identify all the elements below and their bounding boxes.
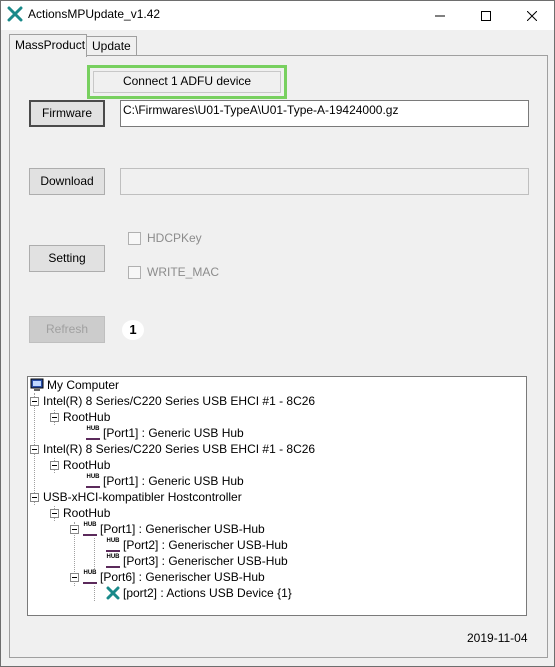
close-icon bbox=[526, 10, 537, 21]
write-mac-label: WRITE_MAC bbox=[147, 265, 219, 279]
collapse-icon[interactable] bbox=[30, 444, 39, 454]
window-title: ActionsMPUpdate_v1.42 bbox=[28, 7, 161, 21]
collapse-icon[interactable] bbox=[30, 396, 39, 406]
minimize-icon bbox=[434, 15, 445, 16]
device-tree[interactable]: My Computer Intel(R) 8 Series/C220 Serie… bbox=[27, 376, 527, 616]
computer-icon bbox=[30, 378, 44, 391]
usb-hub-icon: HUB bbox=[83, 570, 97, 584]
device-count-badge: 1 bbox=[122, 320, 144, 340]
collapse-icon[interactable] bbox=[70, 572, 79, 582]
tree-node[interactable]: HUB [Port6] : Generischer USB-Hub bbox=[70, 569, 265, 585]
tree-node[interactable]: USB-xHCI-kompatibler Hostcontroller bbox=[30, 489, 242, 505]
close-button[interactable] bbox=[509, 1, 554, 30]
collapse-icon[interactable] bbox=[50, 460, 59, 470]
refresh-button[interactable]: Refresh bbox=[29, 316, 105, 343]
firmware-button[interactable]: Firmware bbox=[29, 100, 105, 127]
tree-node[interactable]: [port2] : Actions USB Device {1} bbox=[106, 585, 292, 601]
title-bar[interactable]: ActionsMPUpdate_v1.42 bbox=[1, 1, 554, 30]
firmware-path-field[interactable]: C:\Firmwares\U01-TypeA\U01-Type-A-194240… bbox=[120, 100, 529, 127]
status-message: Connect 1 ADFU device bbox=[93, 71, 281, 93]
tab-update[interactable]: Update bbox=[86, 36, 137, 56]
tree-node[interactable]: RootHub bbox=[50, 409, 110, 425]
actions-logo-icon bbox=[7, 6, 23, 22]
download-button[interactable]: Download bbox=[29, 168, 105, 195]
maximize-icon bbox=[480, 10, 491, 21]
minimize-button[interactable] bbox=[417, 1, 462, 30]
usb-hub-icon: HUB bbox=[83, 522, 97, 536]
usb-hub-icon: HUB bbox=[106, 554, 120, 568]
write-mac-checkbox[interactable]: WRITE_MAC bbox=[128, 265, 219, 279]
checkbox-box bbox=[128, 231, 141, 245]
build-date: 2019-11-04 bbox=[467, 631, 528, 645]
usb-hub-icon: HUB bbox=[106, 538, 120, 552]
collapse-icon[interactable] bbox=[30, 492, 39, 502]
tree-root[interactable]: My Computer bbox=[30, 377, 119, 393]
tree-node[interactable]: HUB [Port3] : Generischer USB-Hub bbox=[106, 553, 288, 569]
tree-node[interactable]: HUB [Port1] : Generischer USB-Hub bbox=[70, 521, 265, 537]
actions-device-icon bbox=[106, 586, 120, 600]
tree-node[interactable]: RootHub bbox=[50, 505, 110, 521]
status-highlight: Connect 1 ADFU device bbox=[87, 65, 287, 99]
tab-massproduct[interactable]: MassProduct bbox=[9, 34, 87, 57]
tree-node[interactable]: RootHub bbox=[50, 457, 110, 473]
tree-node[interactable]: Intel(R) 8 Series/C220 Series USB EHCI #… bbox=[30, 393, 315, 409]
hdcpkey-label: HDCPKey bbox=[147, 231, 202, 245]
download-progress-field bbox=[120, 168, 529, 195]
usb-hub-icon: HUB bbox=[86, 474, 100, 488]
collapse-icon[interactable] bbox=[70, 524, 79, 534]
tree-node[interactable]: HUB [Port1] : Generic USB Hub bbox=[86, 473, 244, 489]
app-window: ActionsMPUpdate_v1.42 MassProduct Update… bbox=[0, 0, 555, 667]
collapse-icon[interactable] bbox=[50, 412, 59, 422]
tree-node[interactable]: HUB [Port2] : Generischer USB-Hub bbox=[106, 537, 288, 553]
checkbox-box bbox=[128, 265, 141, 279]
tree-node[interactable]: HUB [Port1] : Generic USB Hub bbox=[86, 425, 244, 441]
hdcpkey-checkbox[interactable]: HDCPKey bbox=[128, 231, 202, 245]
usb-hub-icon: HUB bbox=[86, 426, 100, 440]
collapse-icon[interactable] bbox=[50, 508, 59, 518]
setting-button[interactable]: Setting bbox=[29, 245, 105, 272]
maximize-button[interactable] bbox=[463, 1, 508, 30]
tree-node[interactable]: Intel(R) 8 Series/C220 Series USB EHCI #… bbox=[30, 441, 315, 457]
